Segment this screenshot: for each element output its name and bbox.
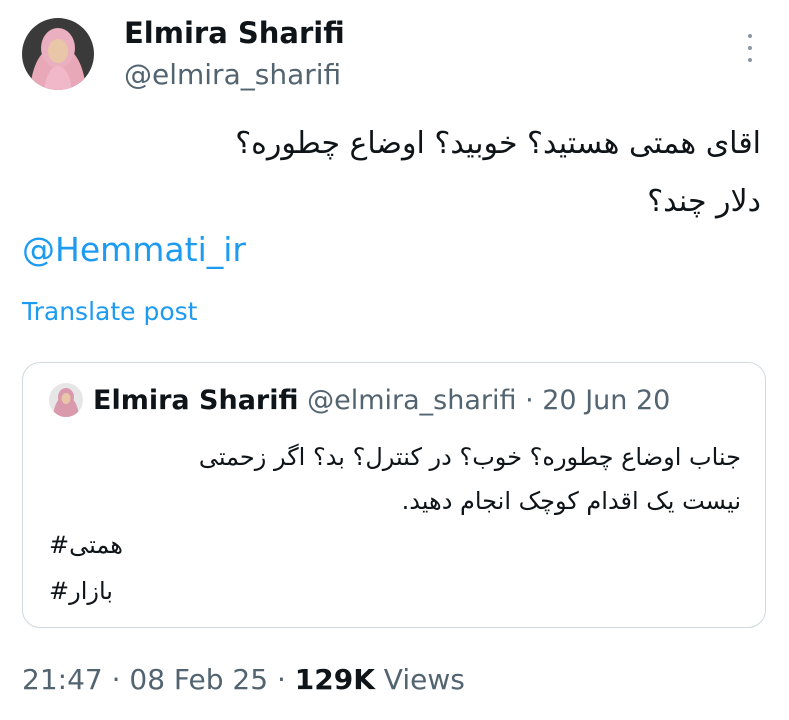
- views-count: 129K: [294, 663, 375, 696]
- quoted-header: Elmira Sharifi @elmira_sharifi · 20 Jun …: [93, 385, 670, 416]
- post-text: اقای همتی هستید؟ خوبید؟ اوضاع چطوره؟ دلا…: [21, 115, 761, 231]
- author-name[interactable]: Elmira Sharifi: [124, 16, 345, 50]
- translate-post-link[interactable]: Translate post: [22, 297, 197, 326]
- views-label: Views: [374, 663, 465, 696]
- dot-separator: ·: [516, 385, 543, 416]
- author-avatar[interactable]: [22, 18, 94, 90]
- dot-separator: ·: [268, 663, 295, 696]
- quoted-text-line: جناب اوضاع چطوره؟ خوب؟ در کنترل؟ بد؟ اگر…: [198, 443, 741, 471]
- quoted-author-name: Elmira Sharifi: [93, 385, 299, 416]
- post-date[interactable]: 08 Feb 25: [129, 663, 268, 696]
- post-time[interactable]: 21:47: [22, 663, 103, 696]
- dot-separator: ·: [102, 663, 130, 696]
- more-dot: [748, 58, 752, 62]
- quoted-text-line: نیست یک اقدام کوچک انجام دهید.: [401, 487, 741, 515]
- post-text-line: اقای همتی هستید؟ خوبید؟ اوضاع چطوره؟: [235, 126, 761, 161]
- post-text-line: دلار چند؟: [647, 184, 761, 219]
- quoted-date: 20 Jun 20: [542, 385, 671, 416]
- more-dot: [748, 46, 752, 50]
- avatar-photo: [22, 18, 94, 90]
- more-options-icon[interactable]: [738, 30, 762, 66]
- hashtag[interactable]: بازار#: [49, 577, 113, 605]
- quoted-post[interactable]: Elmira Sharifi @elmira_sharifi · 20 Jun …: [22, 362, 766, 628]
- quoted-author-handle: @elmira_sharifi: [307, 385, 517, 416]
- avatar-photo: [49, 383, 83, 417]
- mention-link[interactable]: @Hemmati_ir: [22, 230, 246, 269]
- hashtag[interactable]: همتی#: [49, 531, 123, 559]
- author-handle[interactable]: @elmira_sharifi: [124, 58, 341, 91]
- post-meta: 21:47 · 08 Feb 25 · 129K Views: [22, 663, 465, 696]
- quoted-text: جناب اوضاع چطوره؟ خوب؟ در کنترل؟ بد؟ اگر…: [41, 435, 741, 523]
- quoted-author-avatar: [49, 383, 83, 417]
- more-dot: [748, 34, 752, 38]
